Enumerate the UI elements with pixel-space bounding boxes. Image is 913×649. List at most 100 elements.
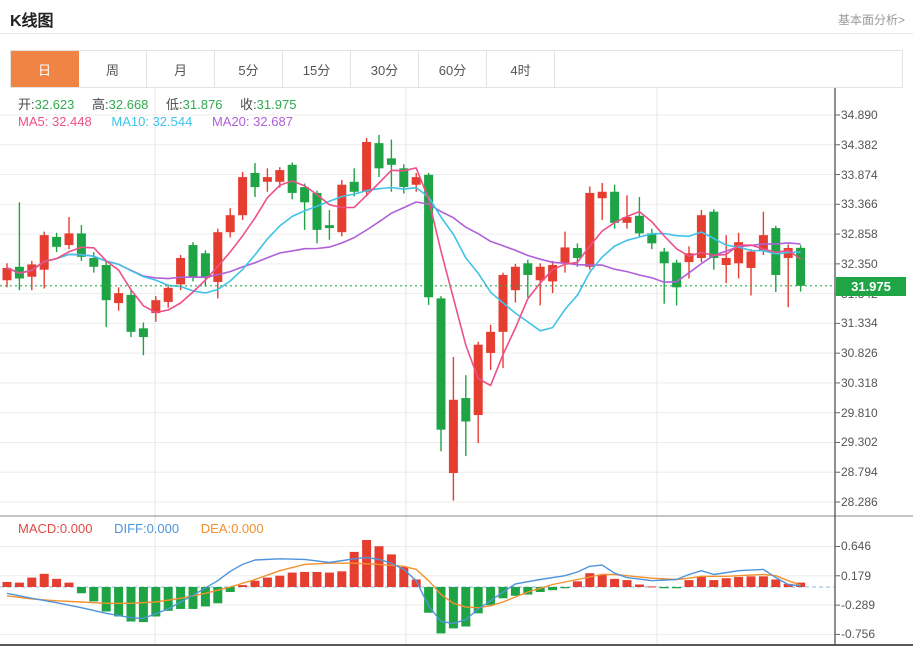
candle-body [127,295,136,332]
candle-body [375,143,384,168]
macd-bar [660,587,669,588]
dea-value: 0.000 [231,521,264,536]
macd-bar [561,587,570,588]
candle-body [189,245,198,277]
macd-bar [697,576,706,587]
macd-bar [40,574,49,587]
macd-bar [127,587,136,621]
macd-bar [623,580,632,587]
candle-body [660,252,669,264]
y-axis-label: 29.810 [841,405,878,421]
y-axis-label: 32.858 [841,226,878,242]
tab-30分[interactable]: 30分 [351,51,419,87]
candle-body [561,247,570,263]
tab-5分[interactable]: 5分 [215,51,283,87]
y-axis-label: -0.756 [841,626,875,642]
macd-bar [685,580,694,587]
candle-body [114,293,123,303]
candle-body [313,193,322,230]
header-divider [0,33,913,34]
macd-bar [3,582,12,587]
open-value: 32.623 [35,97,75,112]
macd-bar [89,587,98,601]
period-tab-bar: 日周月5分15分30分60分4时 [10,50,903,88]
macd-bar [313,572,322,587]
tab-日[interactable]: 日 [11,51,79,87]
candle-body [536,267,545,280]
candle-body [164,288,173,302]
low-value: 31.876 [183,97,223,112]
candle-body [486,332,495,353]
ma5-value: 32.448 [52,114,92,129]
macd-bar [263,578,272,587]
ma10-label: MA10: [111,114,149,129]
macd-bar [325,573,334,587]
macd-bar [722,578,731,587]
macd-bar [375,546,384,587]
candle-body [362,142,371,192]
y-axis-label: 32.350 [841,256,878,272]
candle-body [449,400,458,473]
candle-body [77,233,86,256]
macd-bar [251,581,260,587]
tab-60分[interactable]: 60分 [419,51,487,87]
candle-body [635,216,644,234]
diff-value: 0.000 [147,521,180,536]
close-value: 31.975 [257,97,297,112]
macd-bar [573,581,582,587]
macd-bar [771,579,780,587]
candle-body [412,177,421,185]
y-axis-label: 34.890 [841,107,878,123]
high-label: 高: [92,97,109,112]
candle-body [387,158,396,164]
macd-bar [672,587,681,588]
candle-body [139,328,148,337]
macd-bar [102,587,111,611]
fundamental-analysis-link[interactable]: 基本面分析> [838,11,905,28]
candle-body [598,192,607,198]
ohlc-legend: 开:32.623 高:32.668 低:31.876 收:31.975 [18,94,310,113]
y-axis-label: 31.334 [841,315,878,331]
y-axis-label: 30.826 [841,345,878,361]
macd-bar [585,573,594,587]
candle-body [52,237,61,247]
tab-周[interactable]: 周 [79,51,147,87]
close-label: 收: [240,97,257,112]
tab-15分[interactable]: 15分 [283,51,351,87]
macd-bar [598,574,607,587]
open-label: 开: [18,97,35,112]
macd-bar [734,577,743,587]
candle-body [226,215,235,232]
tab-月[interactable]: 月 [147,51,215,87]
high-value: 32.668 [109,97,149,112]
macd-bar [350,552,359,587]
candle-body [238,177,247,215]
macd-bar [759,576,768,587]
macd-bar [65,583,74,587]
page-title: K线图 [10,7,54,31]
candle-body [523,263,532,275]
tab-4时[interactable]: 4时 [487,51,555,87]
ma20-value: 32.687 [253,114,293,129]
macd-bar [387,554,396,587]
ma-legend: MA5: 32.448 MA10: 32.544 MA20: 32.687 [18,114,309,129]
candle-body [722,258,731,265]
ma10-value: 32.544 [153,114,193,129]
macd-bar [548,587,557,590]
current-price-tag: 31.975 [836,277,906,296]
candle-body [89,258,98,267]
macd-bar [747,576,756,587]
candle-body [747,252,756,268]
macd-bar [288,573,297,587]
ma20-label: MA20: [212,114,250,129]
y-axis-label: 33.874 [841,167,878,183]
macd-bar [709,580,718,587]
y-axis-label: -0.289 [841,597,875,613]
y-axis-label: 0.179 [841,568,871,584]
ma10-line [7,188,801,331]
dea-label: DEA: [201,521,231,536]
candle-body [65,233,74,245]
y-axis-label: 0.646 [841,538,871,554]
candle-body [102,265,111,300]
candle-body [461,398,470,421]
